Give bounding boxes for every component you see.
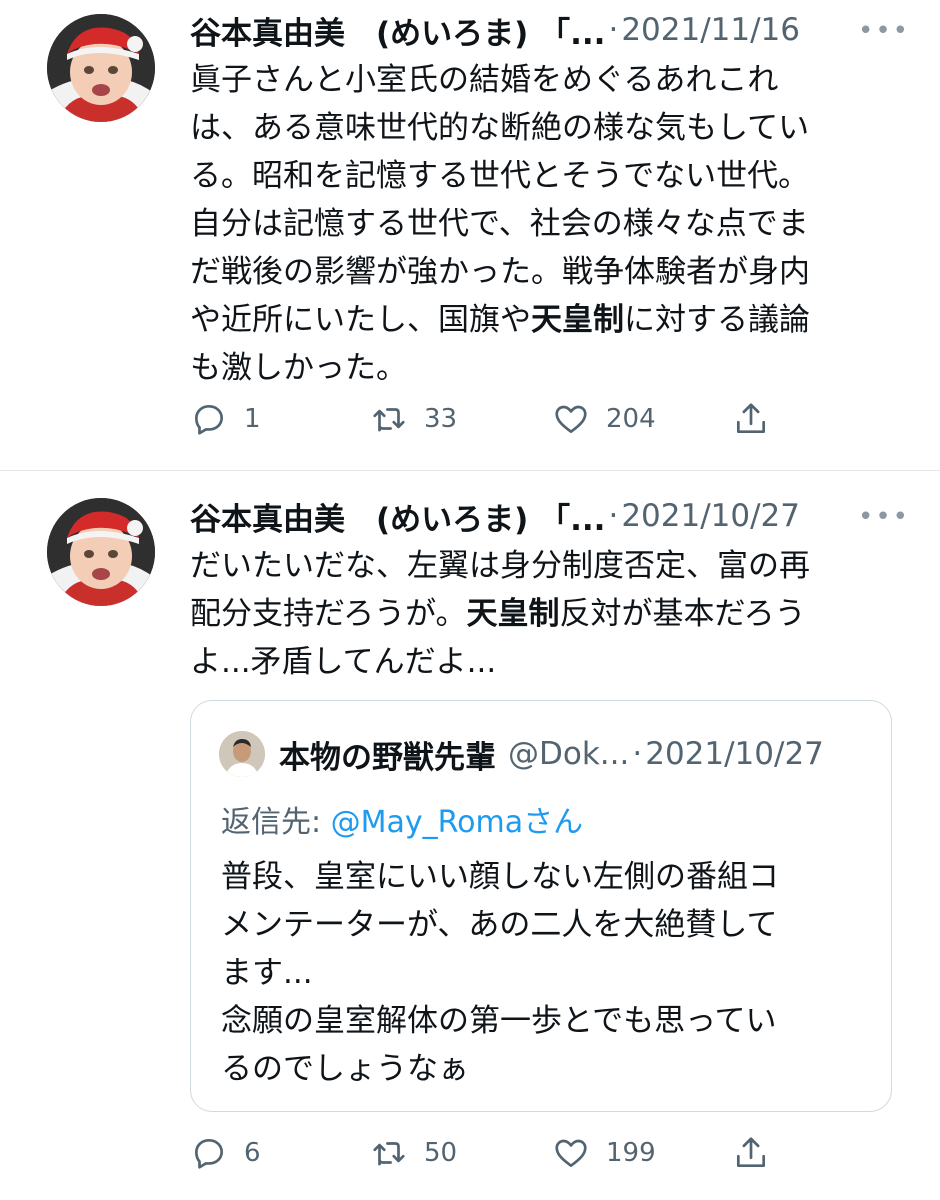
author-name[interactable]: 谷本真由美 (めいろま) 「...: [190, 8, 605, 53]
avatar[interactable]: [47, 14, 155, 122]
reply-context: 返信先: @May_Romaさん: [221, 797, 583, 841]
quoted-author-name[interactable]: 本物の野獣先輩: [279, 732, 496, 777]
separator-dot: ·: [608, 498, 619, 534]
quoted-tweet-text: 普段、皇室にいい顔しない左側の番組コ メンテーターが、あの二人を大絶賛して ます…: [221, 853, 779, 1093]
tweet-text-line: や近所にいたし、国旗や天皇制に対する議論: [190, 296, 890, 344]
tweet-text: だいたいだな、左翼は身分制度否定、富の再 配分支持だろうが。天皇制反対が基本だろ…: [190, 542, 890, 686]
retweet-count: 50: [424, 1138, 458, 1168]
text-segment: 配分支持だろうが。: [190, 596, 467, 632]
tweet-text-line: は、ある意味世代的な断絶の様な気もしてい: [190, 110, 810, 146]
retweet-icon: [373, 1142, 405, 1166]
text-segment: に対する議論: [624, 302, 810, 338]
reply-icon: [194, 1138, 224, 1169]
share-button[interactable]: [732, 1134, 770, 1172]
reply-button[interactable]: 1: [190, 400, 261, 438]
separator-dot: ·: [632, 736, 643, 772]
more-options-icon[interactable]: •••: [858, 16, 910, 46]
reply-prefix: 返信先:: [221, 805, 331, 840]
tweet-text-line: だいたいだな、左翼は身分制度否定、富の再: [190, 548, 810, 584]
tweet-actions: 6 50 199: [190, 1134, 890, 1174]
like-count: 204: [606, 404, 656, 434]
quoted-text-line: メンテーターが、あの二人を大絶賛して: [221, 907, 778, 943]
tweet[interactable]: 谷本真由美 (めいろま) 「... · 2021/11/16 ••• 眞子さんと…: [0, 0, 940, 470]
tweet-text: 眞子さんと小室氏の結婚をめぐるあれこれ は、ある意味世代的な断絶の様な気もしてい…: [190, 56, 890, 392]
tweet-text-line: よ...矛盾してんだよ...: [190, 644, 497, 680]
tweet-divider: [0, 470, 940, 471]
share-icon: [736, 403, 766, 434]
quoted-tweet[interactable]: 本物の野獣先輩 @Dok... · 2021/10/27 返信先: @May_R…: [190, 700, 892, 1112]
reply-icon: [194, 404, 224, 435]
like-count: 199: [606, 1138, 656, 1168]
highlighted-keyword: 天皇制: [531, 302, 624, 338]
reply-count: 1: [244, 404, 261, 434]
reply-button[interactable]: 6: [190, 1134, 261, 1172]
person-avatar-image: [219, 731, 265, 777]
share-icon: [736, 1137, 766, 1168]
mention-link[interactable]: @May_Roma: [331, 805, 523, 840]
tweet[interactable]: 谷本真由美 (めいろま) 「... · 2021/10/27 ••• だいたいだ…: [0, 472, 940, 1200]
quoted-text-line: ます...: [221, 955, 313, 991]
quoted-text-line: るのでしょうなぁ: [221, 1051, 469, 1087]
tweet-text-line: る。昭和を記憶する世代とそうでない世代。: [190, 158, 810, 194]
retweet-button[interactable]: 50: [370, 1134, 457, 1172]
tweet-text-line: 配分支持だろうが。天皇制反対が基本だろう: [190, 590, 890, 638]
highlighted-keyword: 天皇制: [466, 596, 560, 632]
quoted-tweet-date[interactable]: 2021/10/27: [645, 736, 824, 772]
tweet-text-line: も激しかった。: [190, 350, 407, 386]
reply-count: 6: [244, 1138, 261, 1168]
like-button[interactable]: 199: [552, 1134, 656, 1172]
tweet-text-line: だ戦後の影響が強かった。戦争体験者が身内: [190, 254, 810, 290]
tweet-actions: 1 33 204: [190, 400, 890, 440]
baby-avatar-image: [47, 14, 155, 122]
heart-icon: [555, 405, 587, 434]
quoted-author-handle[interactable]: @Dok...: [508, 736, 629, 772]
tweet-date[interactable]: 2021/11/16: [621, 12, 800, 48]
tweet-date[interactable]: 2021/10/27: [621, 498, 800, 534]
retweet-icon: [373, 408, 405, 432]
tweet-header: 谷本真由美 (めいろま) 「... · 2021/10/27 •••: [190, 494, 910, 539]
baby-avatar-image: [47, 498, 155, 606]
author-name[interactable]: 谷本真由美 (めいろま) 「...: [190, 494, 605, 539]
text-segment: や近所にいたし、国旗や: [190, 302, 531, 338]
separator-dot: ·: [608, 12, 619, 48]
more-options-icon[interactable]: •••: [858, 502, 910, 532]
share-button[interactable]: [732, 400, 770, 438]
like-button[interactable]: 204: [552, 400, 656, 438]
tweet-text-line: 自分は記憶する世代で、社会の様々な点でま: [190, 206, 809, 242]
avatar[interactable]: [47, 498, 155, 606]
quoted-text-line: 普段、皇室にいい顔しない左側の番組コ: [221, 859, 779, 895]
quoted-avatar[interactable]: [219, 731, 265, 777]
heart-icon: [555, 1139, 587, 1168]
tweet-text-line: 眞子さんと小室氏の結婚をめぐるあれこれ: [190, 62, 779, 98]
tweet-header: 谷本真由美 (めいろま) 「... · 2021/11/16 •••: [190, 8, 910, 53]
quoted-tweet-header: 本物の野獣先輩 @Dok... · 2021/10/27: [219, 729, 871, 779]
retweet-button[interactable]: 33: [370, 400, 457, 438]
reply-suffix: さん: [523, 805, 584, 840]
text-segment: 反対が基本だろう: [559, 596, 806, 632]
retweet-count: 33: [424, 404, 458, 434]
quoted-text-line: 念願の皇室解体の第一歩とでも思ってい: [221, 1003, 777, 1039]
